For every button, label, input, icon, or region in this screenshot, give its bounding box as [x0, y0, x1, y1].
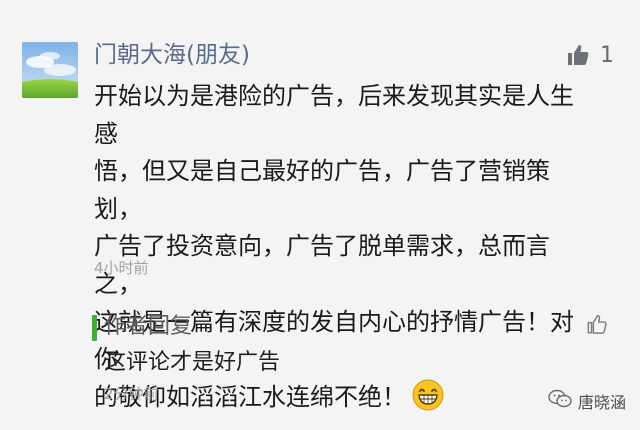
- watermark: 唐晓涵: [548, 389, 626, 413]
- reply-like-button[interactable]: [586, 313, 608, 339]
- reply-text: 这评论才是好广告: [104, 350, 281, 375]
- comment-like-button[interactable]: 1: [566, 40, 614, 70]
- reply-time: 2分钟前: [104, 385, 159, 403]
- author-reply: 作者回复 这评论才是好广告 2分钟前: [88, 305, 618, 415]
- wechat-official-icon: [548, 389, 572, 413]
- comment-like-count: 1: [600, 42, 614, 68]
- avatar[interactable]: [22, 42, 78, 98]
- thumbs-up-icon: [566, 43, 590, 67]
- reply-accent-bar: [92, 315, 97, 341]
- comment-time: 4小时前: [94, 259, 149, 277]
- thumbs-up-outline-icon: [586, 314, 608, 339]
- comment-author[interactable]: 门朝大海(朋友): [94, 40, 250, 70]
- comment-item: 门朝大海(朋友) 1 开始以为是港险的广告，后来发现其实是人生感 悟，但又是自己…: [0, 0, 640, 411]
- reply-title: 作者回复: [104, 314, 193, 339]
- watermark-text: 唐晓涵: [577, 393, 626, 412]
